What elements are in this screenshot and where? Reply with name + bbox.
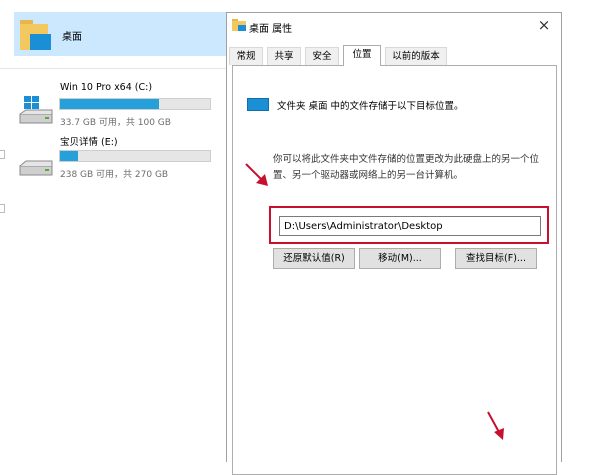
location-heading: 文件夹 桌面 中的文件存储于以下目标位置。 (277, 101, 464, 112)
tab-security[interactable]: 安全 (305, 47, 339, 65)
drive-usage-bar (59, 98, 211, 110)
drive-usage-bar (59, 150, 211, 162)
annotation-arrow-icon (487, 411, 504, 440)
close-button[interactable]: × (533, 15, 555, 35)
dialog-titlebar[interactable]: 桌面 属性 × (227, 13, 561, 41)
drive-capacity: 238 GB 可用，共 270 GB (60, 170, 169, 180)
hard-drive-icon (19, 160, 53, 176)
drive-name: 宝贝详情 (E:) (60, 137, 118, 148)
drive-e[interactable]: 宝贝详情 (E:) 238 GB 可用，共 270 GB (0, 134, 226, 194)
drive-name: Win 10 Pro x64 (C:) (60, 82, 153, 93)
restore-default-button[interactable]: 还原默认值(R) (273, 248, 355, 269)
drive-c[interactable]: Win 10 Pro x64 (C:) 33.7 GB 可用，共 100 GB (0, 82, 226, 142)
location-path-input[interactable] (279, 216, 541, 236)
move-button[interactable]: 移动(M)... (359, 248, 441, 269)
tab-location[interactable]: 位置 (343, 45, 381, 66)
find-target-button[interactable]: 查找目标(F)... (455, 248, 537, 269)
divider (0, 68, 226, 69)
scroll-marker (0, 204, 5, 213)
folder-icon (232, 19, 246, 31)
drive-capacity: 33.7 GB 可用，共 100 GB (60, 118, 171, 128)
explorer-window: 桌面 Win 10 Pro x64 (C:) 33.7 GB 可用，共 100 … (0, 0, 230, 450)
quick-access-label: 桌面 (62, 32, 82, 43)
tab-sharing[interactable]: 共享 (267, 47, 301, 65)
annotation-arrow-icon (245, 163, 268, 186)
tab-previous-versions[interactable]: 以前的版本 (385, 47, 447, 65)
location-description: 你可以将此文件夹中文件存储的位置更改为此硬盘上的另一个位置、另一个驱动器或网络上… (273, 154, 540, 181)
properties-dialog: 桌面 属性 × 常规 共享 安全 位置 以前的版本 文件夹 桌面 中的文件存储于… (226, 12, 562, 475)
desktop-folder-icon (247, 98, 269, 111)
tab-general[interactable]: 常规 (229, 47, 263, 65)
desktop-folder-icon (20, 20, 51, 50)
drive-windows-icon (19, 96, 53, 124)
dialog-title: 桌面 属性 (249, 24, 293, 35)
